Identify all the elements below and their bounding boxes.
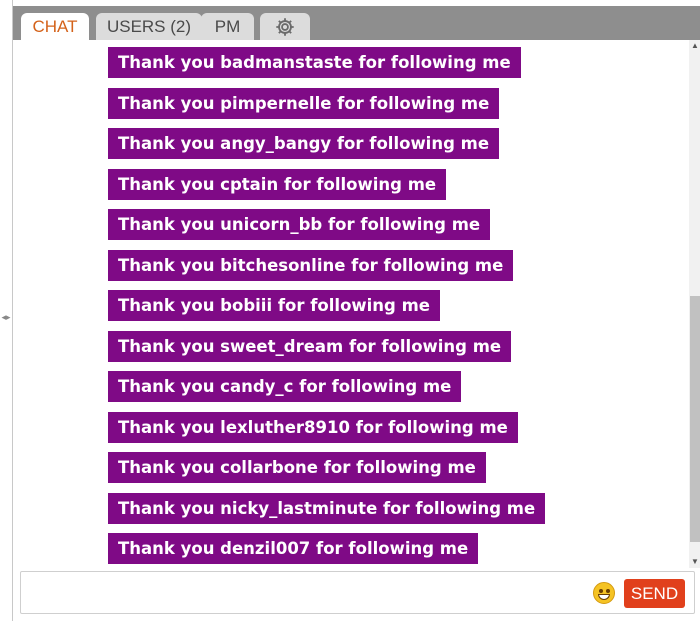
- tab-bar: CHAT USERS (2) PM: [13, 0, 700, 41]
- scroll-up-arrow-icon[interactable]: ▲: [689, 40, 700, 52]
- chat-panel: CHAT USERS (2) PM Thank you badmanstaste…: [12, 0, 700, 621]
- chat-message: Thank you candy_c for following me: [108, 371, 462, 402]
- emoji-eye-icon: [606, 589, 610, 593]
- chat-message: Thank you bitchesonline for following me: [108, 250, 514, 281]
- message-input[interactable]: [21, 572, 586, 613]
- chat-message: Thank you unicorn_bb for following me: [108, 209, 491, 240]
- chat-message: Thank you bobiii for following me: [108, 290, 440, 321]
- scroll-down-arrow-icon[interactable]: ▼: [689, 556, 700, 568]
- send-button[interactable]: SEND: [624, 579, 685, 608]
- tab-settings[interactable]: [260, 13, 310, 40]
- tab-pm[interactable]: PM: [201, 13, 254, 40]
- tab-chat[interactable]: CHAT: [21, 13, 89, 41]
- chat-message: Thank you collarbone for following me: [108, 452, 486, 483]
- tab-users[interactable]: USERS (2): [96, 13, 202, 40]
- chat-scrollbar[interactable]: ▲ ▼: [689, 40, 700, 568]
- panel-left-edge: ◂▸: [0, 0, 12, 621]
- resize-handle-icon[interactable]: ◂▸: [0, 307, 12, 327]
- chat-message: Thank you pimpernelle for following me: [108, 88, 500, 119]
- message-composer: SEND: [20, 571, 695, 614]
- chat-message: Thank you nicky_lastminute for following…: [108, 493, 546, 524]
- chat-message: Thank you angy_bangy for following me: [108, 128, 500, 159]
- emoji-eye-icon: [599, 589, 603, 593]
- chat-message: Thank you lexluther8910 for following me: [108, 412, 518, 443]
- grinning-emoji-icon[interactable]: [593, 582, 615, 604]
- gear-icon: [276, 18, 294, 36]
- chat-messages-area[interactable]: Thank you badmanstaste for following me …: [13, 40, 689, 568]
- chat-message: Thank you badmanstaste for following me: [108, 47, 521, 78]
- chat-message: Thank you cptain for following me: [108, 169, 447, 200]
- scrollbar-thumb[interactable]: [690, 296, 700, 542]
- emoji-mouth-icon: [598, 594, 610, 600]
- chat-message: Thank you sweet_dream for following me: [108, 331, 512, 362]
- chat-message: Thank you denzil007 for following me: [108, 533, 479, 564]
